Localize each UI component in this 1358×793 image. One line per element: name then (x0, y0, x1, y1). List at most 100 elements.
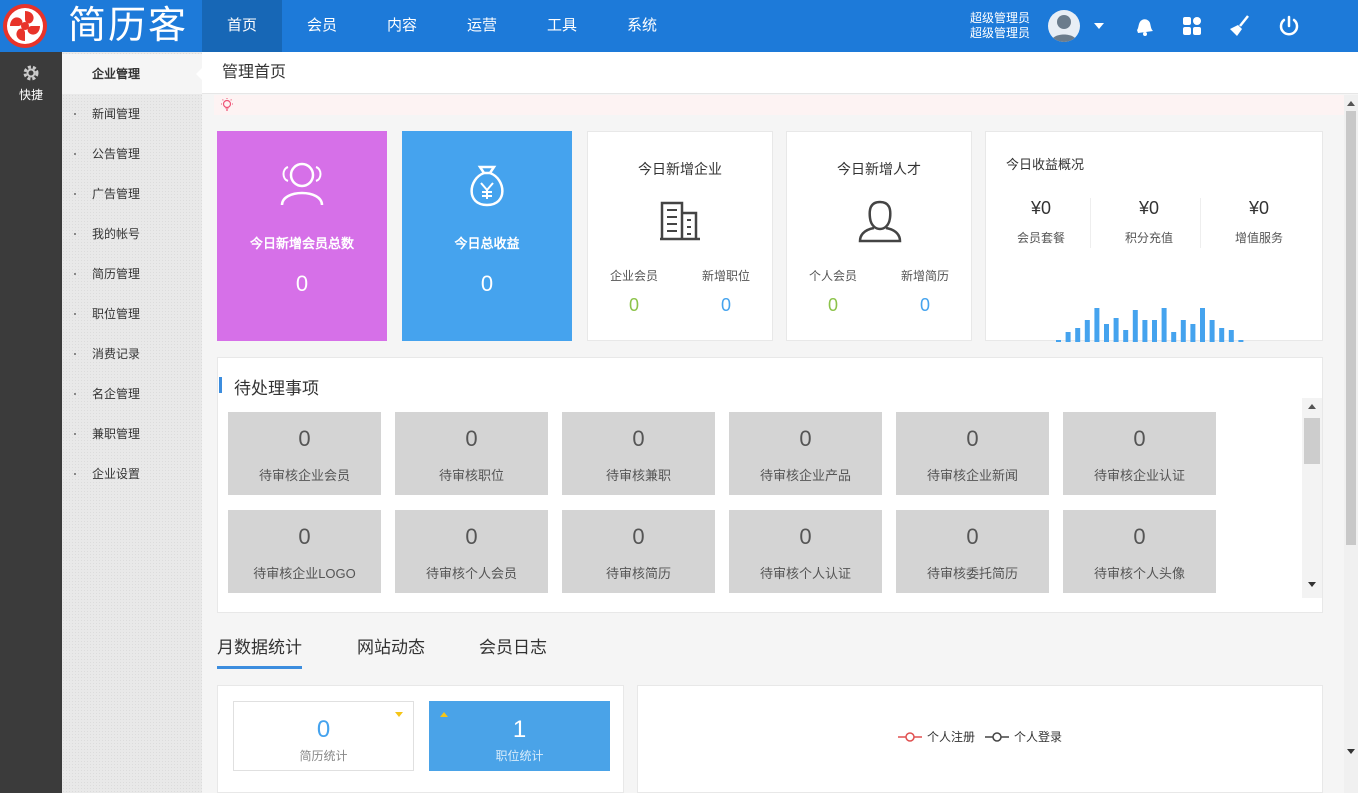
pending-item[interactable]: 0 待审核职位 (395, 412, 548, 495)
pending-item[interactable]: 0 待审核个人会员 (395, 510, 548, 593)
revenue-overview-card: 今日收益概况 ¥0 会员套餐 ¥0 积分充值 ¥0 增值服务 (985, 131, 1323, 342)
legend-label: 个人登录 (1014, 730, 1063, 744)
bell-icon[interactable] (1132, 14, 1156, 38)
pending-count: 0 (799, 524, 812, 549)
sidebar-item[interactable]: 消费记录 (62, 334, 202, 374)
legend-item[interactable]: 个人登录 (985, 728, 1062, 745)
avatar[interactable] (1048, 10, 1080, 42)
pending-label: 待审核企业新闻 (926, 468, 1018, 483)
new-talent-left-value: 0 (827, 295, 838, 315)
tip-bar (214, 95, 1344, 115)
quick-shortcut[interactable]: 快捷 (0, 64, 62, 103)
new-talent-title: 今日新增人才 (837, 161, 921, 177)
legend-item[interactable]: 个人注册 (898, 728, 975, 745)
pending-label: 待审核简历 (605, 566, 671, 581)
new-talent-right-label: 新增简历 (900, 269, 949, 283)
bullet-icon (74, 153, 76, 155)
pending-count: 0 (298, 524, 311, 549)
sidebar-item[interactable]: 职位管理 (62, 294, 202, 334)
pending-item[interactable]: 0 待审核个人头像 (1063, 510, 1216, 593)
pending-label: 待审核兼职 (605, 468, 671, 483)
sidebar-item[interactable]: 企业设置 (62, 454, 202, 494)
sidebar-item[interactable]: 名企管理 (62, 374, 202, 414)
avatar-icon (1051, 15, 1077, 42)
pending-item[interactable]: 0 待审核企业产品 (729, 412, 882, 495)
tab[interactable]: 月数据统计 (217, 633, 302, 669)
chart-legend: 个人注册 个人登录 (898, 728, 1072, 745)
revenue-label: 会员套餐 (1016, 231, 1065, 245)
bullet-icon (74, 353, 76, 355)
sidebar-item[interactable]: 简历管理 (62, 254, 202, 294)
pending-item[interactable]: 0 待审核企业认证 (1063, 412, 1216, 495)
revenue-item: ¥0 增值服务 (1204, 198, 1314, 246)
sidebar-item-label: 简历管理 (92, 267, 141, 281)
pending-item[interactable]: 0 待审核兼职 (562, 412, 715, 495)
nav-item[interactable]: 工具 (522, 0, 602, 52)
sidebar-item[interactable]: 公告管理 (62, 134, 202, 174)
pending-item[interactable]: 0 待审核个人认证 (729, 510, 882, 593)
sidebar-item[interactable]: 广告管理 (62, 174, 202, 214)
job-stat-card[interactable]: 1 职位统计 (429, 701, 610, 771)
logo-mark-icon (3, 4, 47, 48)
bullet-icon (74, 193, 76, 195)
spark-bar (1084, 320, 1090, 342)
main-scrollbar[interactable] (1344, 95, 1358, 793)
pending-item[interactable]: 0 待审核简历 (562, 510, 715, 593)
revenue-item: ¥0 积分充值 (1094, 198, 1204, 246)
spark-bar (1056, 340, 1061, 342)
sidebar-item-label: 公告管理 (92, 147, 141, 161)
nav-item[interactable]: 内容 (362, 0, 442, 52)
pending-item[interactable]: 0 待审核委托简历 (896, 510, 1049, 593)
sidebar-item-label: 企业管理 (92, 67, 141, 81)
stat-new-members[interactable]: 今日新增会员总数 0 (217, 131, 387, 341)
sidebar-item[interactable]: 新闻管理 (62, 94, 202, 134)
spark-bar (1228, 330, 1234, 342)
user-name[interactable]: 超级管理员 超级管理员 (968, 11, 1030, 41)
apps-icon[interactable] (1180, 14, 1204, 38)
pending-label: 待审核个人认证 (759, 566, 851, 581)
nav-item[interactable]: 运营 (442, 0, 522, 52)
revenue-sparkline (1056, 308, 1244, 342)
spark-bar (1238, 340, 1244, 342)
spark-bar (1094, 308, 1100, 342)
stat-new-members-value: 0 (295, 271, 309, 296)
sidebar-item[interactable]: 企业管理 (62, 54, 202, 94)
bullet-icon (74, 393, 76, 395)
bullet-icon (74, 473, 76, 475)
pending-item[interactable]: 0 待审核企业会员 (228, 412, 381, 495)
clean-brush-icon[interactable] (1228, 14, 1252, 38)
stat-total-revenue[interactable]: 今日总收益 0 (402, 131, 572, 341)
revenue-amount: ¥0 (1030, 198, 1052, 218)
sidebar-item-label: 职位管理 (92, 307, 141, 321)
pending-item[interactable]: 0 待审核企业新闻 (896, 412, 1049, 495)
sidebar-item-label: 消费记录 (92, 347, 141, 361)
users-icon (280, 162, 324, 206)
sidebar: 企业管理新闻管理公告管理广告管理我的帐号简历管理职位管理消费记录名企管理 兼职管理… (62, 52, 202, 793)
spark-bar (1200, 308, 1205, 342)
revenue-label: 增值服务 (1234, 231, 1283, 245)
pending-label: 待审核企业认证 (1093, 468, 1185, 483)
pending-item[interactable]: 0 待审核企业LOGO (228, 510, 381, 593)
main-content: 管理首页 今日新增会员总数 0 今日总收益 0 今日新增企业 企业会员 新增职位… (202, 52, 1358, 793)
tab[interactable]: 会员日志 (479, 633, 547, 666)
building-icon (660, 201, 700, 241)
power-icon[interactable] (1277, 14, 1301, 38)
sidebar-item-label: 我的帐号 (92, 227, 141, 241)
gear-icon (23, 65, 39, 81)
chevron-down-icon[interactable] (1094, 23, 1104, 29)
main-nav: 首页 会员 内容 运营 工具 系统 (202, 0, 682, 52)
bullet-icon (74, 273, 76, 275)
nav-item[interactable]: 首页 (202, 0, 282, 52)
nav-item[interactable]: 系统 (602, 0, 682, 52)
sidebar-item[interactable]: 兼职管理 (62, 414, 202, 454)
tab[interactable]: 网站动态 (357, 633, 425, 666)
nav-item[interactable]: 会员 (282, 0, 362, 52)
pending-count: 0 (966, 426, 979, 451)
logo[interactable]: 简历客 (0, 0, 202, 52)
sidebar-item[interactable]: 我的帐号 (62, 214, 202, 254)
logo-text: 简历客 (68, 5, 189, 47)
resume-stat-card[interactable]: 0 简历统计 (233, 701, 414, 771)
pending-scrollbar[interactable] (1302, 398, 1322, 598)
pending-title: 待处理事项 (219, 374, 319, 399)
spark-bar (1219, 328, 1225, 342)
